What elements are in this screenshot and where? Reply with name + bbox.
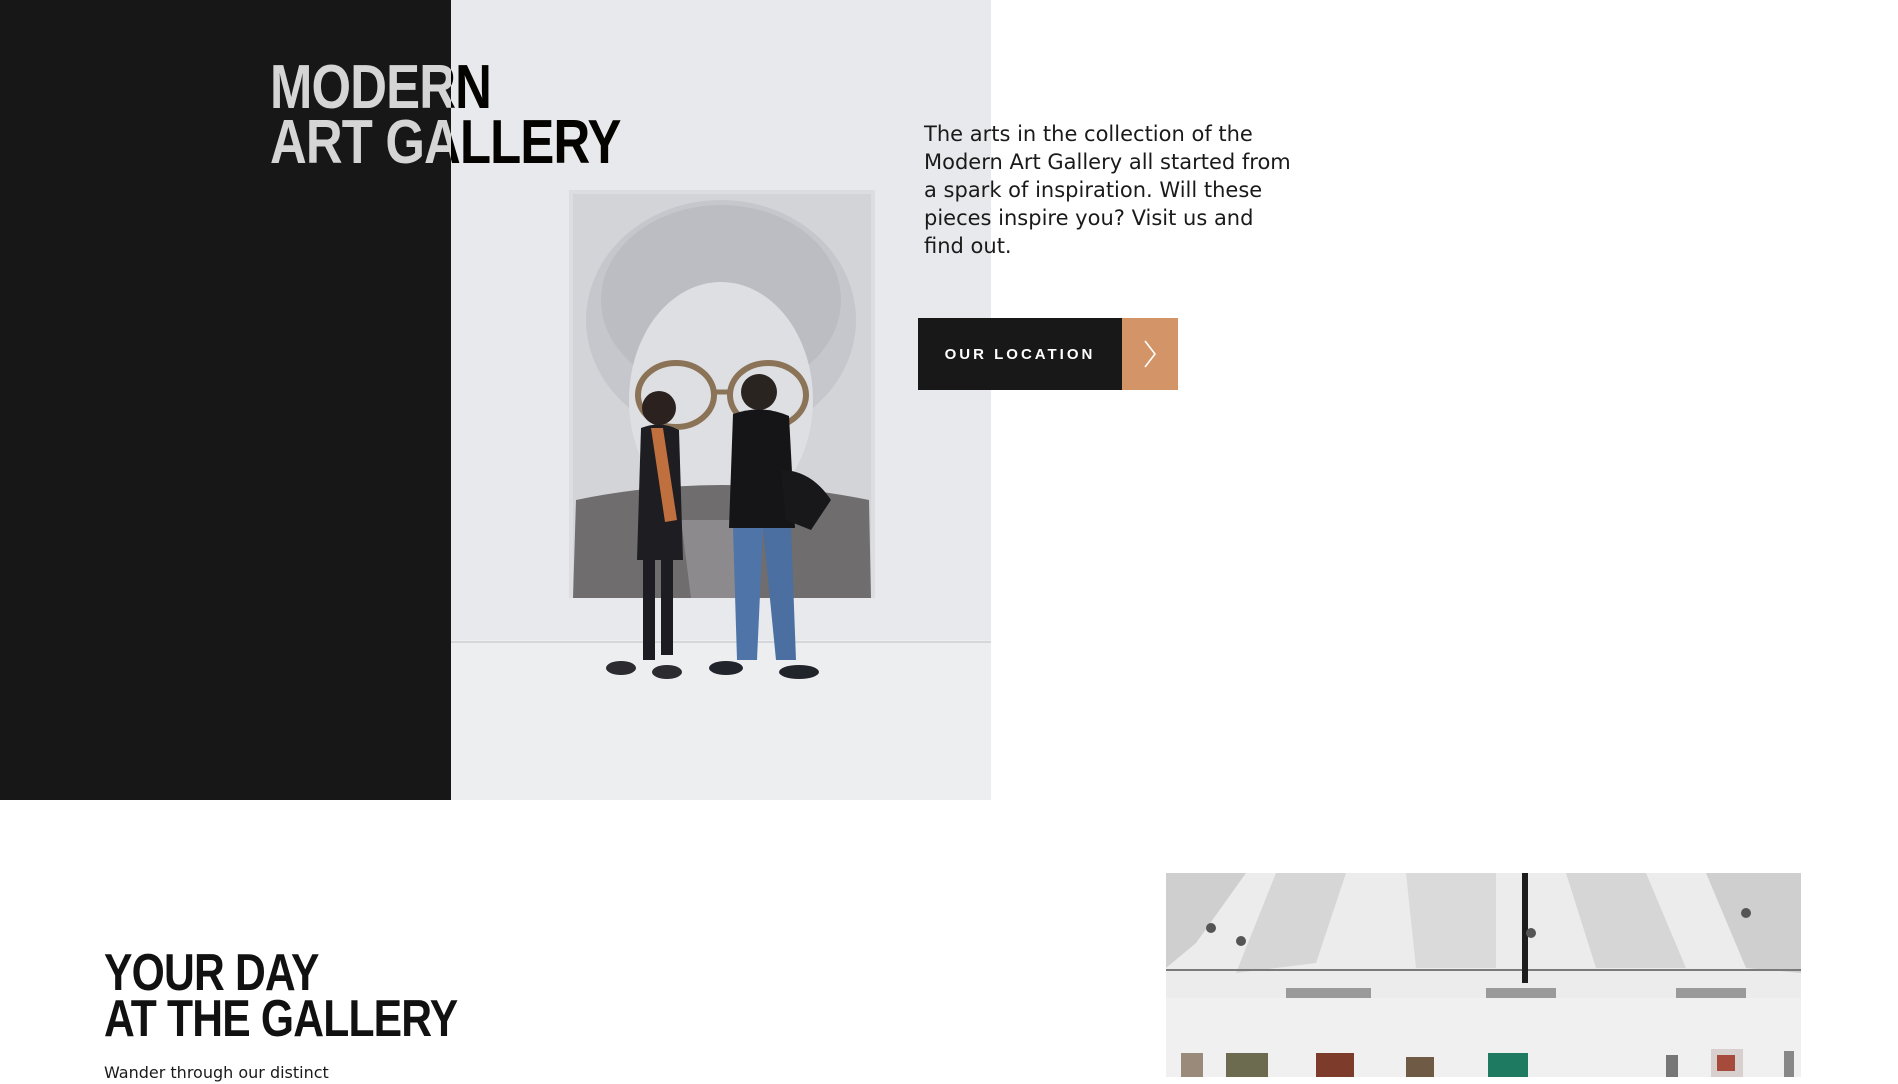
day-at-gallery-title: YOUR DAY AT THE GALLERY: [104, 947, 458, 1048]
hero-title-line-2: ART GALLERY: [270, 108, 621, 177]
chevron-right-icon: [1122, 318, 1178, 390]
day-at-gallery-title-line-2: AT THE GALLERY: [104, 990, 458, 1048]
gallery-interior-illustration: [1166, 873, 1801, 1077]
hero-title: MODERN ART GALLERY: [270, 53, 621, 177]
day-at-gallery-text: Wander through our distinct: [104, 1063, 329, 1082]
hero-description: The arts in the collection of the Modern…: [924, 122, 1291, 258]
our-location-button[interactable]: OUR LOCATION: [918, 318, 1178, 390]
our-location-button-label: OUR LOCATION: [918, 318, 1122, 390]
hero-title-line-1: MODERN: [270, 53, 492, 122]
gallery-interior-image: [1166, 873, 1801, 1077]
